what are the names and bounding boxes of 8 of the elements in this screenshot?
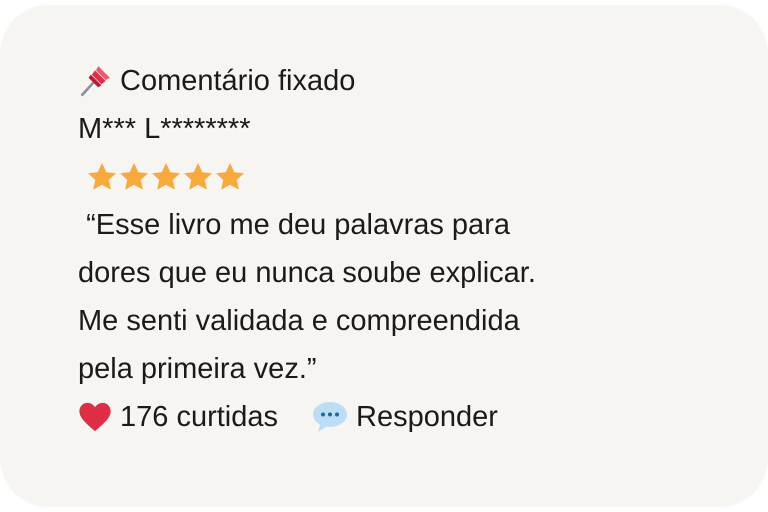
pinned-label: Comentário fixado xyxy=(120,64,356,99)
like-count[interactable]: 176 curtidas xyxy=(120,393,278,441)
author-name: M*** L******** xyxy=(78,112,250,147)
heart-icon xyxy=(78,401,112,433)
speech-bubble-icon xyxy=(312,400,348,434)
comment-text: “Esse livro me deu palavras para dores que eu nunca soube explicar. Me senti validada e compreendida pela primeira vez.” xyxy=(78,208,537,387)
reply-link[interactable]: Responder xyxy=(356,393,498,441)
pushpin-icon xyxy=(78,64,112,98)
